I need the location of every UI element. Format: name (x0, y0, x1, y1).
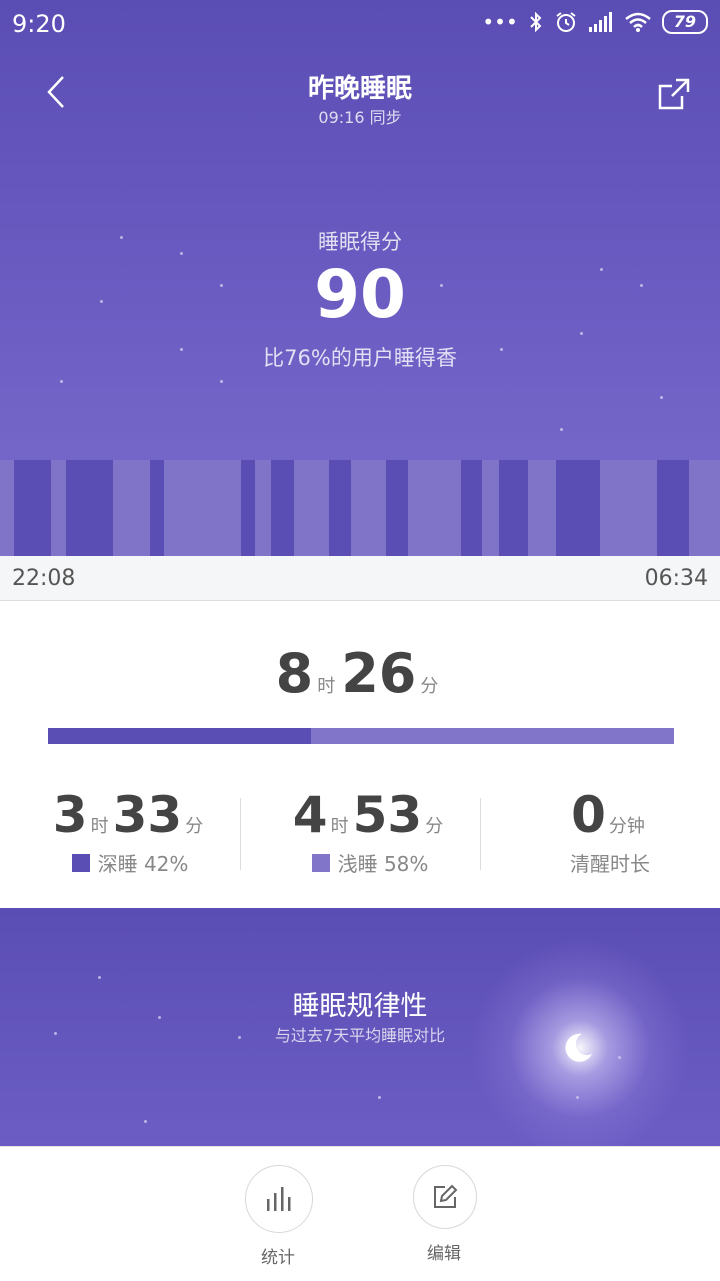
sleep-start-time: 22:08 (12, 566, 76, 591)
light-sleep-legend: 浅睡 58% (250, 848, 490, 877)
sleep-ratio-bar (48, 728, 674, 744)
awake-legend: 清醒时长 (490, 848, 720, 877)
deep-sleep-segment (556, 460, 600, 556)
light-sleep-segment (0, 460, 14, 556)
awake-stat: 0 分钟 清醒时长 (490, 786, 720, 877)
deep-sleep-segment (66, 460, 113, 556)
deep-minutes: 33 (112, 786, 183, 844)
sleep-score: 90 (314, 256, 406, 333)
minute-unit: 分 (185, 816, 204, 837)
status-time: 9:20 (12, 10, 66, 38)
star (220, 380, 223, 383)
signal-icon (588, 12, 612, 32)
star (560, 428, 563, 431)
stats-label: 统计 (261, 1248, 295, 1268)
edit-label: 编辑 (427, 1244, 461, 1264)
hour-unit: 时 (90, 816, 109, 837)
light-sleep-stat: 4 时53 分 浅睡 58% (250, 786, 490, 877)
light-sleep-segment (164, 460, 241, 556)
divider (240, 798, 241, 870)
regularity-subtitle: 与过去7天平均睡眠对比 (274, 1026, 446, 1045)
alarm-icon (556, 12, 576, 32)
light-sleep-segment (689, 460, 720, 556)
light-sleep-segment (294, 460, 329, 556)
star (378, 1096, 381, 1099)
time-axis: 22:08 06:34 (0, 556, 720, 601)
total-sleep-duration: 8 时 26 分 (0, 642, 720, 705)
stats-button[interactable] (245, 1165, 313, 1233)
awake-label: 清醒时长 (570, 852, 650, 876)
edit-icon (434, 1184, 458, 1208)
edit-button[interactable] (413, 1165, 477, 1229)
score-comparison: 比76%的用户睡得香 (263, 346, 457, 370)
deep-sleep-ratio (48, 728, 311, 744)
light-sleep-segment (351, 460, 386, 556)
star (660, 396, 663, 399)
status-icons: ••• 79 (482, 10, 708, 34)
deep-sleep-segment (150, 460, 164, 556)
deep-sleep-stat: 3 时33 分 深睡 42% (10, 786, 250, 877)
sleep-stage-chart (0, 460, 720, 556)
more-dots-icon: ••• (482, 10, 518, 34)
awake-minutes: 0 (571, 786, 606, 844)
light-sleep-label: 浅睡 58% (337, 852, 429, 876)
deep-sleep-segment (14, 460, 51, 556)
light-sleep-segment (528, 460, 556, 556)
divider (480, 798, 481, 870)
deep-hours: 3 (52, 786, 88, 844)
hour-unit: 时 (330, 816, 349, 837)
bar-chart-icon (267, 1187, 291, 1211)
bluetooth-icon (530, 11, 542, 33)
score-label: 睡眠得分 (318, 230, 402, 254)
regularity-title: 睡眠规律性 (292, 991, 428, 1022)
light-sleep-segment (408, 460, 461, 556)
deep-sleep-swatch (71, 853, 90, 872)
deep-sleep-segment (329, 460, 351, 556)
deep-sleep-segment (657, 460, 689, 556)
share-button[interactable] (656, 76, 692, 112)
battery-indicator: 79 (661, 10, 708, 34)
star (98, 976, 101, 979)
minute-unit: 分钟 (608, 816, 645, 837)
wifi-icon (624, 12, 651, 32)
sleep-hero: 9:20 ••• 79 昨晚睡眠 09:16 同步 睡眠得分 90 比76%的用… (0, 0, 720, 556)
star (144, 1120, 147, 1123)
light-minutes: 53 (352, 786, 423, 844)
top-bar: 昨晚睡眠 09:16 同步 (0, 60, 720, 140)
share-icon (658, 78, 690, 110)
star (60, 380, 63, 383)
light-sleep-swatch (311, 853, 330, 872)
light-sleep-segment (600, 460, 657, 556)
light-sleep-segment (113, 460, 150, 556)
total-minutes: 26 (341, 642, 417, 705)
minute-unit: 分 (420, 676, 439, 697)
page-title: 昨晚睡眠 (307, 74, 412, 104)
light-hours: 4 (292, 786, 328, 844)
total-hours: 8 (275, 642, 314, 705)
light-sleep-segment (51, 460, 66, 556)
status-bar: 9:20 ••• 79 (0, 0, 720, 52)
deep-sleep-segment (386, 460, 408, 556)
sleep-regularity-card[interactable]: 睡眠规律性 与过去7天平均睡眠对比 (0, 908, 720, 1146)
deep-sleep-segment (271, 460, 294, 556)
minute-unit: 分 (425, 816, 444, 837)
deep-sleep-legend: 深睡 42% (10, 848, 250, 877)
deep-sleep-segment (461, 460, 482, 556)
deep-sleep-label: 深睡 42% (97, 852, 189, 876)
deep-sleep-segment (241, 460, 255, 556)
light-sleep-segment (255, 460, 271, 556)
deep-sleep-segment (499, 460, 528, 556)
hour-unit: 时 (317, 676, 336, 697)
sync-time: 09:16 同步 (318, 108, 402, 127)
sleep-end-time: 06:34 (644, 566, 708, 591)
bottom-bar: 统计 编辑 (0, 1146, 720, 1281)
light-sleep-segment (482, 460, 499, 556)
